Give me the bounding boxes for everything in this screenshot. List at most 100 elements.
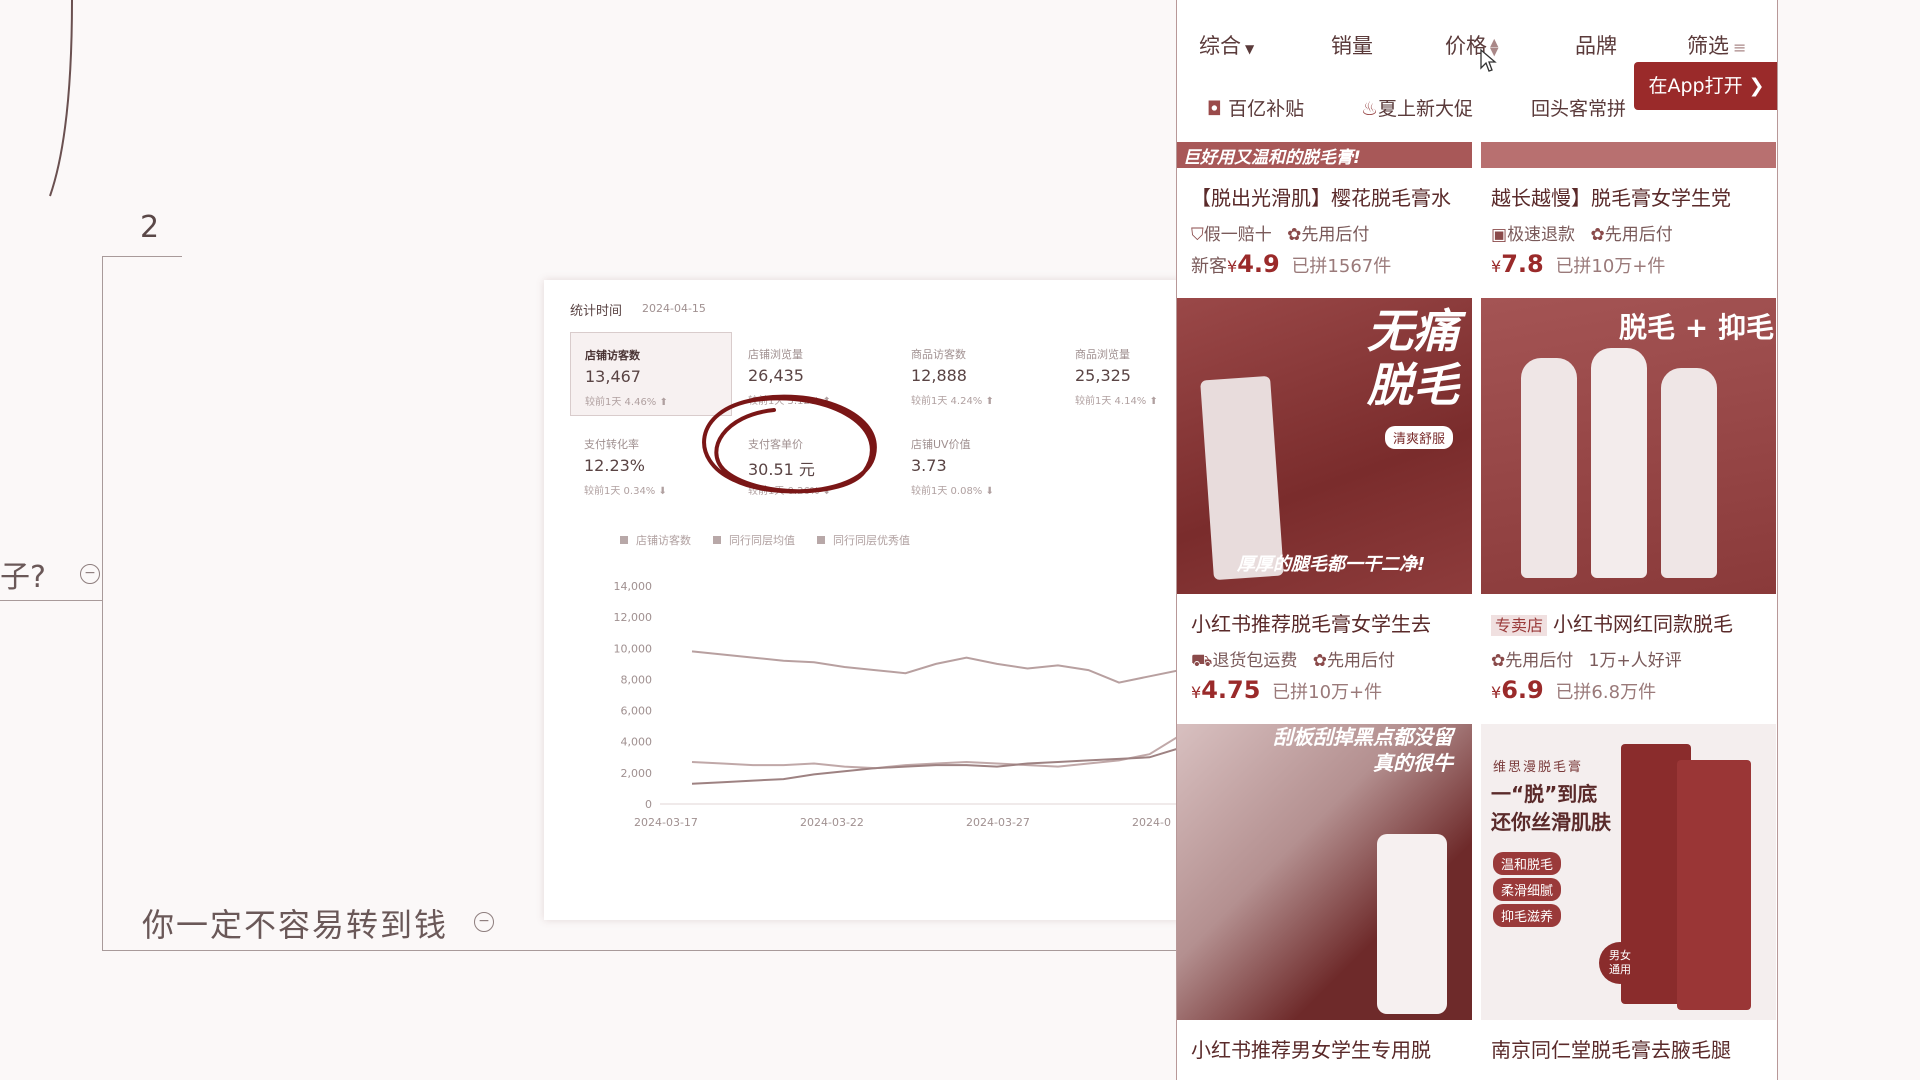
tag-returning[interactable]: 回头客常拼 <box>1531 94 1626 121</box>
product-badges: ⛉假一赔十 ✿先用后付 <box>1191 225 1370 245</box>
product-price-line: ¥4.75 已拼10万+件 <box>1191 676 1383 704</box>
x-tick-label: 2024-03-22 <box>800 816 864 829</box>
product-image: 无痛 脱毛 清爽舒服 厚厚的腿毛都一干二净! <box>1177 298 1472 594</box>
product-price-line: ¥7.8 已拼10万+件 <box>1491 250 1666 278</box>
product-title: 南京同仁堂脱毛膏去腋毛腿 <box>1491 1038 1731 1062</box>
product-tube <box>1377 834 1447 1014</box>
metric-label: 店铺UV价值 <box>911 438 971 451</box>
annotation-circle <box>702 394 877 494</box>
product-price-line: 新客¥4.9 已拼1567件 <box>1191 250 1392 278</box>
collapse-icon[interactable]: − <box>474 912 494 932</box>
badge-icon: ✿ <box>1312 651 1328 671</box>
open-in-app-button[interactable]: 在App打开 ❯ <box>1634 62 1777 110</box>
product-box <box>1677 760 1751 1010</box>
y-tick-label: 14,000 <box>614 580 653 593</box>
filter-icon: ≡ <box>1733 38 1747 57</box>
product-card[interactable]: 刮板刮掉黑点都没留 真的很牛 小红书推荐男女学生专用脱 <box>1177 724 1472 1080</box>
legend-item[interactable]: 同行同层均值 <box>713 532 795 548</box>
overlay-pill: 温和脱毛 <box>1493 852 1562 875</box>
sort-tab-filter[interactable]: 筛选 ≡ <box>1687 30 1746 60</box>
mindmap-branch-line <box>102 256 182 257</box>
product-card[interactable]: 越长越慢】脱毛膏女学生党 ▣极速退款 ✿先用后付 ¥7.8 已拼10万+件 <box>1481 142 1776 290</box>
y-tick-label: 6,000 <box>621 705 653 718</box>
tag-subsidy[interactable]: ◘ 百亿补贴 <box>1207 94 1304 121</box>
fire-icon: ♨ <box>1361 98 1379 120</box>
product-title: 小红书推荐男女学生专用脱 <box>1191 1038 1431 1062</box>
y-tick-label: 12,000 <box>614 611 653 624</box>
chart-legend: 店铺访客数 同行同层均值 同行同层优秀值 <box>620 532 910 548</box>
collapse-icon[interactable]: − <box>80 564 100 584</box>
chevron-right-icon: ❯ <box>1748 75 1765 97</box>
product-bottle <box>1661 368 1717 578</box>
metric-product-visitors[interactable]: 商品访客数 12,888 较前1天 4.24% ⬆ <box>897 332 1057 414</box>
sort-bar: 综合 ▼ 销量 价格 ▲ ▼ 品牌 筛选 ≡ <box>1177 22 1777 66</box>
x-tick-label: 2024-03-27 <box>966 816 1030 829</box>
legend-item[interactable]: 同行同层优秀值 <box>817 532 910 548</box>
metric-value: 25,325 <box>1075 366 1131 385</box>
shop-badge: 专卖店 <box>1491 615 1548 636</box>
badge-icon: ✿ <box>1590 225 1605 245</box>
metric-compare: 较前1天 4.14% ⬆ <box>1075 396 1158 407</box>
mindmap-branch-line-left <box>0 600 102 601</box>
product-badges: ✿先用后付 1万+人好评 <box>1491 651 1682 671</box>
product-image: 刮板刮掉黑点都没留 真的很牛 <box>1177 724 1472 1020</box>
overlay-badge: 男女 通用 <box>1599 942 1641 984</box>
x-tick-label: 2024-0 <box>1132 816 1171 829</box>
caret-down-icon: ▼ <box>1245 42 1255 56</box>
y-tick-label: 8,000 <box>621 673 653 686</box>
product-card[interactable]: 巨好用又温和的脱毛膏! 【脱出光滑肌】樱花脱毛膏水 ⛉假一赔十 ✿先用后付 新客… <box>1177 142 1472 290</box>
mindmap-node-number[interactable]: 2 <box>140 210 159 245</box>
product-image: 脱毛 + 抑毛 <box>1481 298 1776 594</box>
sort-tab-brand[interactable]: 品牌 <box>1575 30 1617 60</box>
product-title: 越长越慢】脱毛膏女学生党 <box>1491 186 1731 210</box>
product-card[interactable]: 无痛 脱毛 清爽舒服 厚厚的腿毛都一干二净! 小红书推荐脱毛膏女学生去 ⛟退货包… <box>1177 298 1472 718</box>
mouse-cursor-icon <box>1480 48 1497 72</box>
product-price-line: ¥6.9 已拼6.8万件 <box>1491 676 1657 704</box>
badge-icon: ✿ <box>1287 225 1302 245</box>
overlay-pill: 柔滑细腻 <box>1493 878 1562 901</box>
product-card[interactable]: 维思漫脱毛膏 一“脱”到底 还你丝滑肌肤 温和脱毛 柔滑细腻 抑毛滋养 男女 通… <box>1481 724 1776 1080</box>
product-bottle <box>1521 358 1577 578</box>
sort-tab-comprehensive[interactable]: 综合 ▼ <box>1199 30 1254 60</box>
mobile-shop-panel: 综合 ▼ 销量 价格 ▲ ▼ 品牌 筛选 ≡ ◘ 百亿补贴 ♨夏上新大促 回头客常拼 在… <box>1176 0 1778 1080</box>
metric-label: 商品访客数 <box>911 348 966 361</box>
mindmap-branch-bottom <box>102 950 1176 951</box>
product-title: 【脱出光滑肌】樱花脱毛膏水 <box>1191 186 1451 210</box>
metric-label: 店铺浏览量 <box>748 348 803 361</box>
product-image: 巨好用又温和的脱毛膏! <box>1177 142 1472 168</box>
x-tick-label: 2024-03-17 <box>634 816 698 829</box>
series-line <box>691 734 1180 770</box>
metric-compare: 较前1天 0.34% ⬇ <box>584 486 667 497</box>
visitors-line-chart: 0 2,000 4,000 6,000 8,000 10,000 12,000 14,000 2… <box>614 580 1180 829</box>
metric-value: 3.73 <box>911 456 947 475</box>
mindmap-branch-vertical <box>102 256 103 950</box>
metric-uv-value[interactable]: 店铺UV价值 3.73 较前1天 0.08% ⬇ <box>897 422 1057 504</box>
shield-icon: ⛉ <box>1191 225 1204 245</box>
metric-label: 店铺访客数 <box>585 349 640 362</box>
overlay-headline: 一“脱”到底 还你丝滑肌肤 <box>1491 782 1611 834</box>
mindmap-node-bottom[interactable]: 你一定不容易转到钱 <box>142 900 448 946</box>
y-tick-label: 10,000 <box>614 642 653 655</box>
metric-value: 12,888 <box>911 366 967 385</box>
mindmap-node-question[interactable]: 子? <box>0 552 46 596</box>
metric-label: 支付转化率 <box>584 438 639 451</box>
metric-product-pageviews[interactable]: 商品浏览量 25,325 较前1天 4.14% ⬆ <box>1061 332 1180 414</box>
bag-icon: ◘ <box>1207 98 1223 120</box>
y-tick-label: 2,000 <box>621 767 653 780</box>
metric-compare: 较前1天 4.24% ⬆ <box>911 396 994 407</box>
tag-summer-sale[interactable]: ♨夏上新大促 <box>1361 94 1473 121</box>
product-bottle <box>1591 348 1647 578</box>
product-card[interactable]: 脱毛 + 抑毛 专卖店 小红书网红同款脱毛 ✿先用后付 1万+人好评 ¥6.9 已… <box>1481 298 1776 718</box>
product-image <box>1481 142 1776 168</box>
stat-time-label: 统计时间 <box>570 304 623 319</box>
series-line <box>691 650 1180 684</box>
metric-compare: 较前1天 4.46% ⬆ <box>585 397 668 408</box>
legend-item[interactable]: 店铺访客数 <box>620 532 691 548</box>
metric-value: 12.23% <box>584 456 646 475</box>
metric-value: 13,467 <box>585 367 641 386</box>
product-badges: ⛟退货包运费 ✿先用后付 <box>1191 651 1396 671</box>
y-tick-label: 4,000 <box>621 736 653 749</box>
y-tick-label: 0 <box>645 798 652 811</box>
product-image: 维思漫脱毛膏 一“脱”到底 还你丝滑肌肤 温和脱毛 柔滑细腻 抑毛滋养 男女 通… <box>1481 724 1776 1020</box>
sort-tab-sales[interactable]: 销量 <box>1331 30 1373 60</box>
